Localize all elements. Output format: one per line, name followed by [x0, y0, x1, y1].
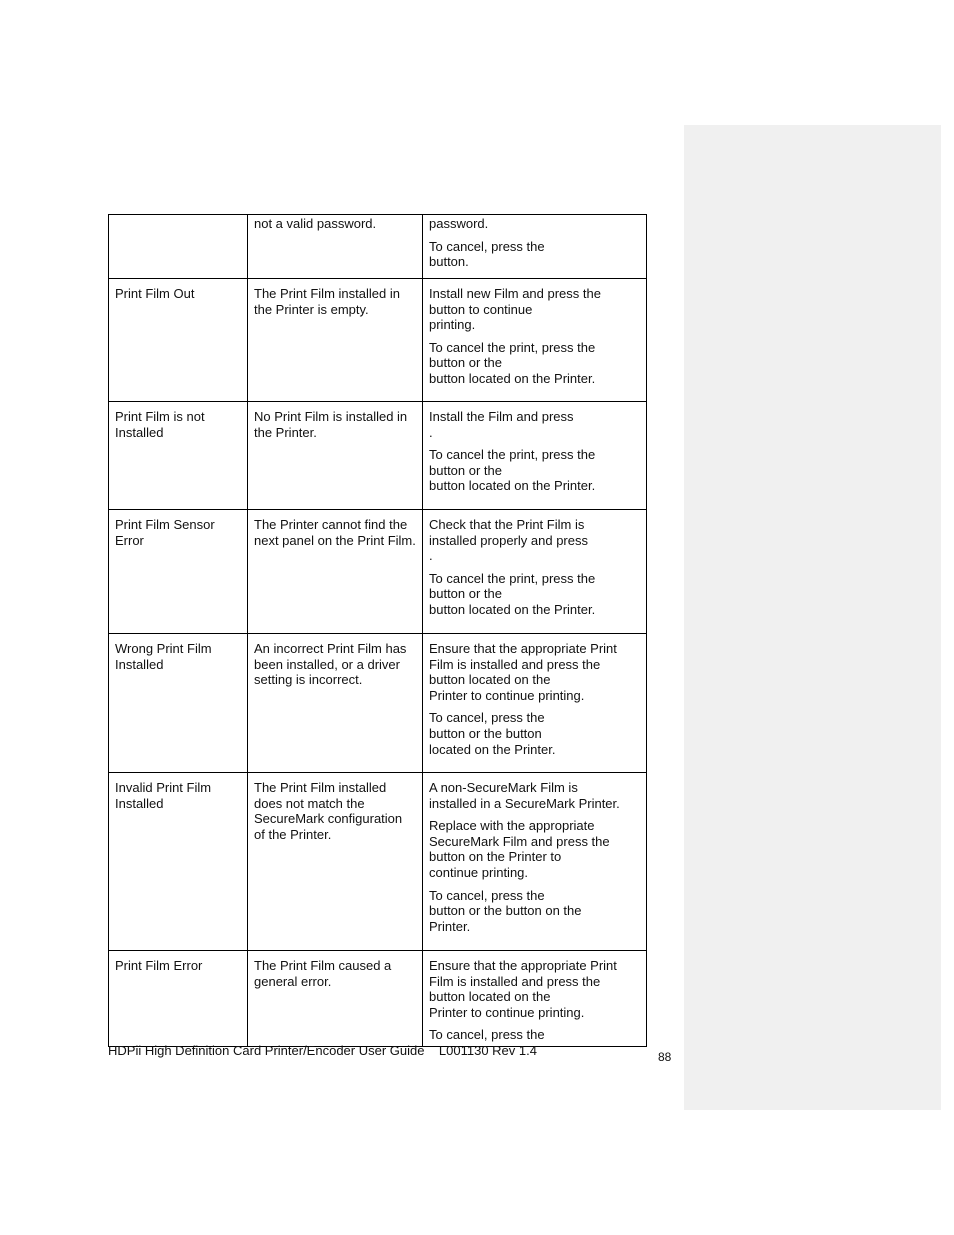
description-cell: The Print Film installed does not match …: [247, 772, 423, 951]
action-paragraph: To cancel the print, press the button or…: [429, 570, 596, 617]
action-paragraph: To cancel, press the button.: [429, 238, 545, 270]
table-row: Print Film is not Installed No Print Fil…: [108, 401, 647, 510]
action-paragraph: Check that the Print Film is installed p…: [429, 517, 588, 564]
description-cell: The Print Film installed in the Printer …: [247, 278, 423, 402]
action-cell: Ensure that the appropriate Print Film i…: [422, 633, 647, 773]
action-cell: A non-SecureMark Film is installed in a …: [422, 772, 647, 951]
action-paragraph: Replace with the appropriate SecureMark …: [429, 818, 610, 880]
action-paragraph: Install the Film and press .: [429, 409, 574, 440]
error-name-cell: Wrong Print Film Installed: [108, 633, 248, 773]
error-name-cell: Invalid Print Film Installed: [108, 772, 248, 951]
action-cell: password. To cancel, press the button.: [422, 214, 647, 279]
table-row: Print Film Error The Print Film caused a…: [108, 950, 647, 1047]
error-table: not a valid password. password. To cance…: [108, 214, 647, 1047]
error-name-cell: Print Film is not Installed: [108, 401, 248, 510]
action-paragraph: To cancel, press the button or the butto…: [429, 710, 556, 757]
description-cell: An incorrect Print Film has been install…: [247, 633, 423, 773]
description-cell: The Print Film caused a general error.: [247, 950, 423, 1047]
action-paragraph: To cancel, press the: [429, 1027, 545, 1043]
description-cell: The Printer cannot find the next panel o…: [247, 509, 423, 634]
action-paragraph: Ensure that the appropriate Print Film i…: [429, 958, 617, 1020]
table-row: Print Film Out The Print Film installed …: [108, 278, 647, 402]
description-cell: No Print Film is installed in the Printe…: [247, 401, 423, 510]
action-paragraph: A non-SecureMark Film is installed in a …: [429, 780, 620, 811]
action-paragraph: To cancel the print, press the button or…: [429, 447, 596, 494]
action-cell: Install the Film and press . To cancel t…: [422, 401, 647, 510]
table-row: Print Film Sensor Error The Printer cann…: [108, 509, 647, 634]
action-cell: Ensure that the appropriate Print Film i…: [422, 950, 647, 1047]
error-name-cell: Print Film Sensor Error: [108, 509, 248, 634]
action-cell: Check that the Print Film is installed p…: [422, 509, 647, 634]
table-row: Wrong Print Film Installed An incorrect …: [108, 633, 647, 773]
action-paragraph: To cancel, press the button or the butto…: [429, 887, 582, 934]
table-row: Invalid Print Film Installed The Print F…: [108, 772, 647, 951]
page-number: 88: [658, 1050, 672, 1064]
action-cell: Install new Film and press the button to…: [422, 278, 647, 402]
action-paragraph: password.: [429, 216, 489, 231]
error-name-cell: [108, 214, 248, 279]
action-paragraph: Install new Film and press the button to…: [429, 286, 601, 333]
description-cell: not a valid password.: [247, 214, 423, 279]
page-footer: HDPii High Definition Card Printer/Encod…: [108, 1043, 537, 1058]
action-paragraph: To cancel the print, press the button or…: [429, 339, 596, 386]
error-name-cell: Print Film Out: [108, 278, 248, 402]
table-row: not a valid password. password. To cance…: [108, 214, 647, 279]
action-paragraph: Ensure that the appropriate Print Film i…: [429, 641, 617, 703]
comment-pane: [684, 125, 941, 1110]
error-name-cell: Print Film Error: [108, 950, 248, 1047]
